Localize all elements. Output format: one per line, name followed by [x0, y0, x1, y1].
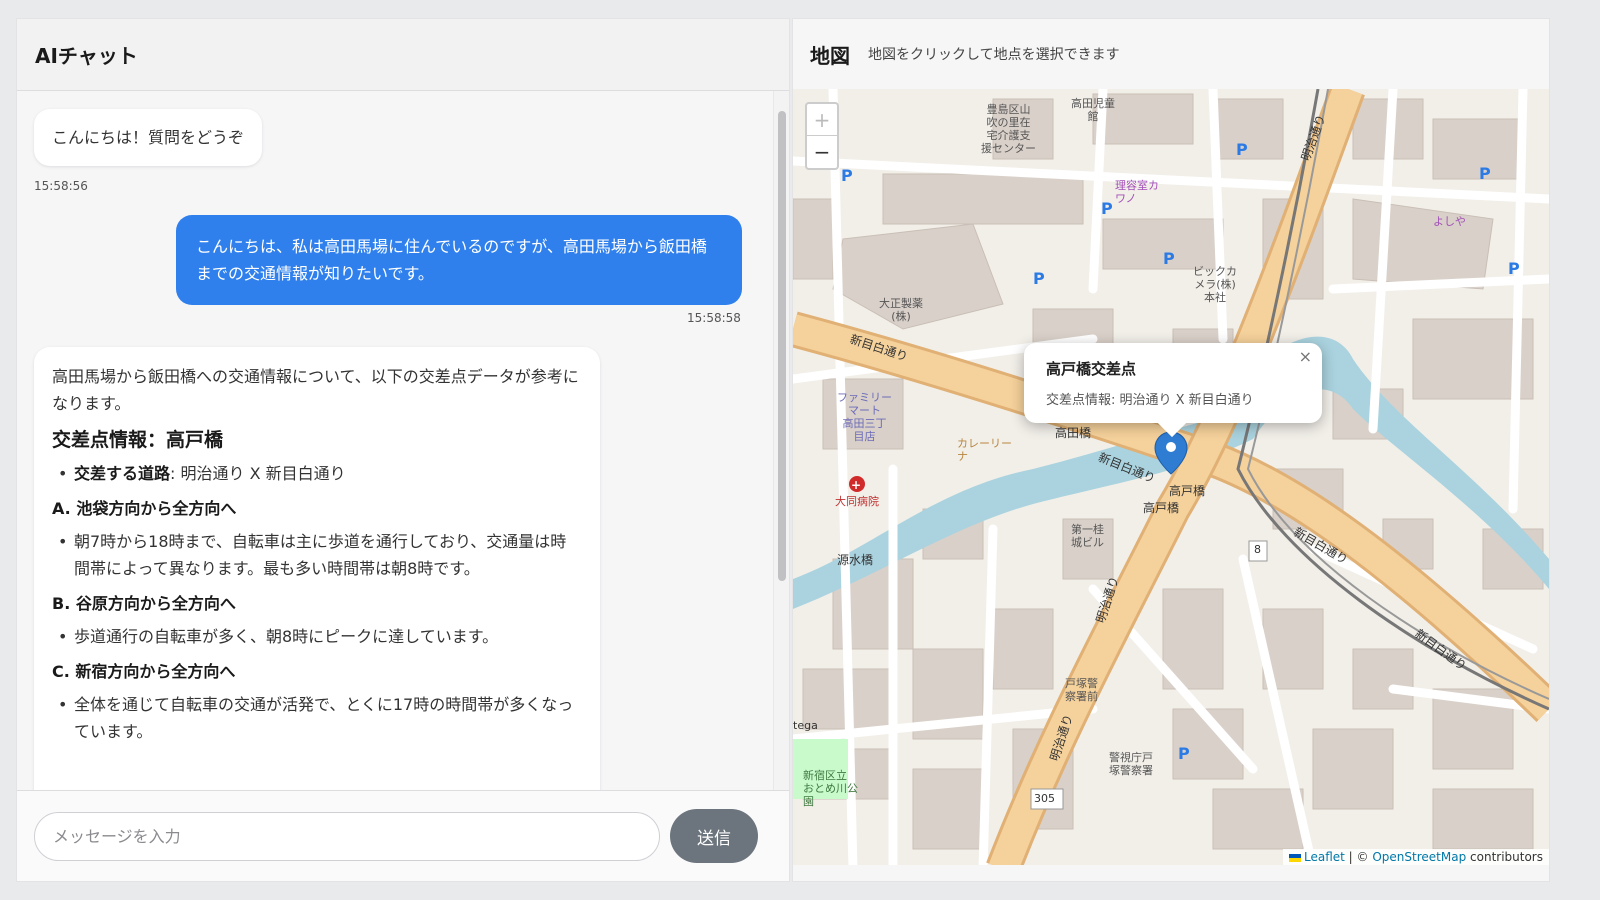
section-title: C. 新宿方向から全方向へ — [52, 662, 236, 681]
poi-label: ビックカ メラ(株) 本社 — [1193, 265, 1237, 304]
message-heading: 交差点情報：高戸橋 — [52, 429, 224, 451]
zoom-control: + − — [805, 102, 839, 170]
poi-label: 大正製薬 (株) — [879, 297, 923, 323]
message-list[interactable]: こんにちは！質問をどうぞ 15:58:56 こんにちは、私は高田馬場に住んでいる… — [17, 91, 775, 790]
message-timestamp: 15:58:56 — [34, 179, 88, 193]
svg-text:P: P — [1033, 269, 1045, 288]
svg-text:P: P — [1479, 164, 1491, 183]
list-item: 歩道通行の自転車が多く、朝8時にピークに達しています。 — [52, 623, 582, 650]
ai-message: 高田馬場から飯田橋への交通情報について、以下の交差点データが参考になります。 交… — [34, 347, 600, 790]
poi-label: 新宿区立 おとめ川公 園 — [803, 769, 858, 808]
poi-label: 高田児童 館 — [1071, 97, 1115, 123]
svg-text:P: P — [1508, 259, 1520, 278]
list-item: 朝7時から18時まで、自転車は主に歩道を通行しており、交通量は時間帯によって異な… — [52, 528, 582, 582]
poi-label: 理容室カ ワノ — [1115, 179, 1159, 205]
leaflet-link[interactable]: Leaflet — [1304, 850, 1345, 864]
message-timestamp: 15:58:58 — [687, 311, 741, 325]
svg-text:P: P — [1163, 249, 1175, 268]
poi-label: 大同病院 — [835, 495, 879, 508]
road-label: 高戸橋 — [1143, 501, 1180, 515]
message-text: こんにちは！質問をどうぞ — [52, 128, 245, 147]
ukraine-flag-icon — [1289, 853, 1301, 862]
popup-body: 交差点情報: 明治通り X 新目白通り — [1046, 393, 1254, 408]
map-hint: 地図をクリックして地点を選択できます — [868, 47, 1120, 63]
poi-label: よしや — [1433, 215, 1466, 228]
poi-label: ファミリー マート 高田三丁 目店 — [837, 391, 892, 443]
map-view[interactable]: P P P P P P P P + 豊島区山 吹の里在 宅介護支 援センター 高… — [793, 89, 1549, 865]
poi-label: 警視庁戸 塚警察署 — [1109, 751, 1153, 777]
route-shield-label: 305 — [1034, 792, 1055, 805]
road-label: 源水橋 — [837, 553, 874, 567]
send-button[interactable]: 送信 — [670, 809, 758, 863]
map-attribution: Leaflet | © OpenStreetMap contributors — [1283, 849, 1549, 865]
map-tiles: P P P P P P P P + — [793, 89, 1549, 865]
road-value: : 明治通り X 新目白通り — [170, 464, 346, 483]
attribution-separator: | © — [1344, 850, 1373, 864]
svg-text:P: P — [1236, 140, 1248, 159]
svg-text:P: P — [1101, 199, 1113, 218]
message-scrollbar[interactable] — [773, 91, 789, 790]
svg-text:P: P — [841, 166, 853, 185]
input-bar: 送信 — [17, 790, 789, 881]
road-label: tega — [793, 719, 818, 732]
road-label: 高戸橋 — [1169, 484, 1206, 498]
message-intro: 高田馬場から飯田橋への交通情報について、以下の交差点データが参考になります。 — [52, 367, 579, 413]
scrollbar-thumb[interactable] — [778, 111, 786, 581]
chat-panel: AIチャット こんにちは！質問をどうぞ 15:58:56 こんにちは、私は高田馬… — [16, 18, 790, 882]
chat-title: AIチャット — [35, 44, 138, 68]
osm-link[interactable]: OpenStreetMap — [1372, 850, 1466, 864]
zoom-out-button[interactable]: − — [807, 136, 837, 168]
map-panel: 地図 地図をクリックして地点を選択できます P P P P P P P P + … — [792, 18, 1550, 882]
poi-label: 戸塚警 察署前 — [1065, 677, 1098, 703]
road-list: 交差する道路: 明治通り X 新目白通り — [52, 460, 582, 487]
road-label: 高田橋 — [1055, 426, 1092, 440]
map-popup: 高戸橋交差点 交差点情報: 明治通り X 新目白通り × — [1024, 343, 1322, 438]
attribution-contributors: contributors — [1466, 850, 1543, 864]
popup-close-button[interactable]: × — [1299, 347, 1312, 366]
user-message: こんにちは、私は高田馬場に住んでいるのですが、高田馬場から飯田橋までの交通情報が… — [176, 215, 742, 305]
chat-header: AIチャット — [17, 19, 789, 91]
popup-title: 高戸橋交差点 — [1046, 360, 1137, 378]
road-label: 交差する道路 — [74, 464, 171, 483]
section-title: B. 谷原方向から全方向へ — [52, 594, 236, 613]
poi-label: 豊島区山 吹の里在 宅介護支 援センター — [981, 103, 1036, 155]
section-title: A. 池袋方向から全方向へ — [52, 499, 237, 518]
list-item: 全体を通じて自転車の交通が活発で、とくに17時の時間帯が多くなっています。 — [52, 691, 582, 745]
route-shield-label: 8 — [1254, 543, 1261, 556]
poi-label: カレーリー ナ — [957, 437, 1012, 463]
poi-label: 第一桂 城ビル — [1071, 523, 1104, 549]
zoom-in-button[interactable]: + — [807, 104, 837, 136]
svg-text:P: P — [1178, 744, 1190, 763]
list-item: 交差する道路: 明治通り X 新目白通り — [52, 460, 582, 487]
svg-text:+: + — [851, 478, 861, 492]
message-text: こんにちは、私は高田馬場に住んでいるのですが、高田馬場から飯田橋までの交通情報が… — [196, 237, 707, 283]
ai-message: こんにちは！質問をどうぞ — [34, 109, 263, 166]
message-input[interactable] — [34, 812, 660, 861]
map-title: 地図 — [810, 43, 850, 68]
map-header: 地図 地図をクリックして地点を選択できます — [793, 19, 1549, 89]
